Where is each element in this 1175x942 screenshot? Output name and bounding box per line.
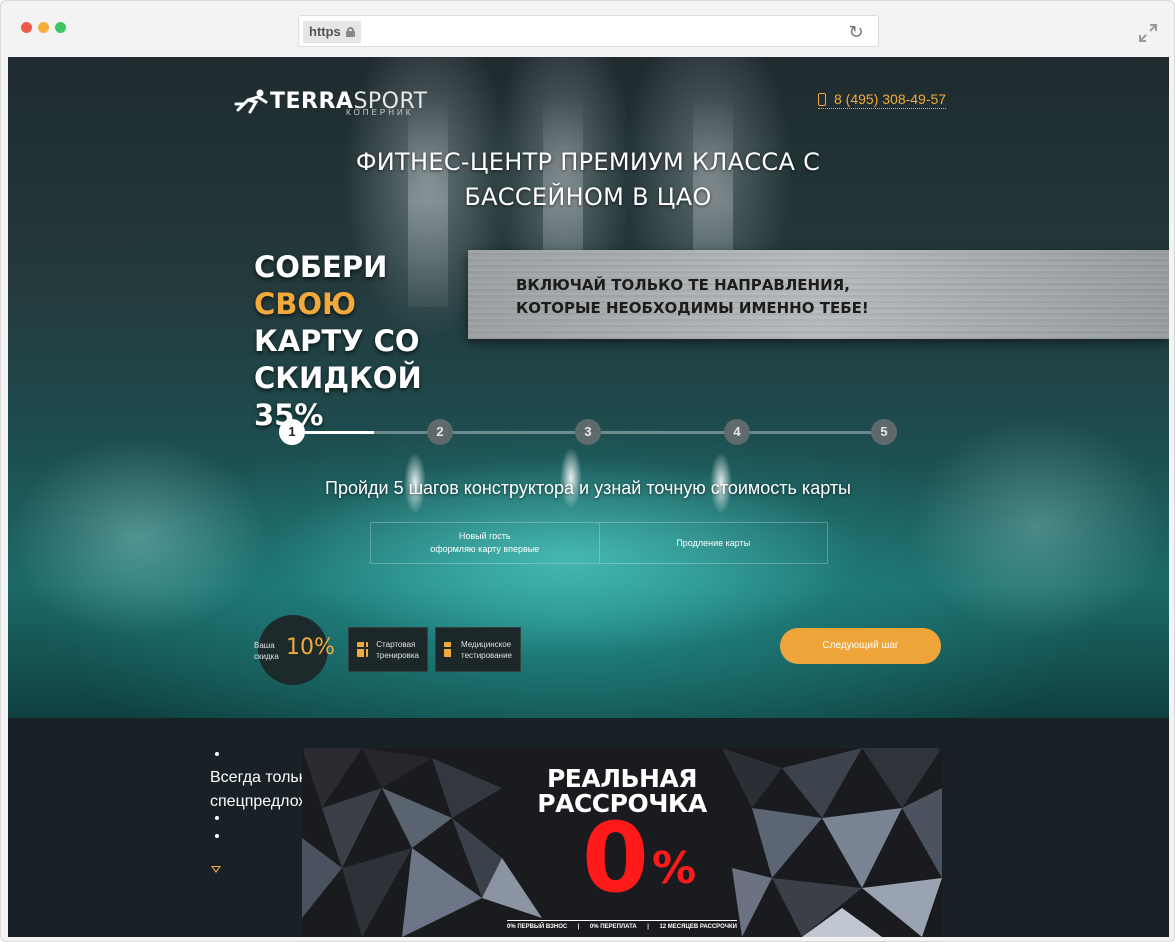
step-4[interactable]: 4 xyxy=(724,419,750,445)
promo-accent: СВОЮ xyxy=(254,287,357,321)
card-terms: 0% ПЕРВЫЙ ВЗНОС | 0% ПЕРЕПЛАТА | 12 МЕСЯ… xyxy=(507,920,737,930)
zoom-window-button[interactable] xyxy=(55,22,66,33)
reload-icon[interactable]: ↻ xyxy=(846,22,866,42)
step-5[interactable]: 5 xyxy=(871,419,897,445)
minimize-window-button[interactable] xyxy=(38,22,49,33)
gift-icon xyxy=(357,642,374,657)
promo-banner: ВКЛЮЧАЙ ТОЛЬКО ТЕ НАПРАВЛЕНИЯ, КОТОРЫЕ Н… xyxy=(468,250,1169,339)
card-percent: % xyxy=(652,843,697,894)
water-splash xyxy=(8,437,268,637)
card-zero: 0 xyxy=(582,802,649,914)
discount-badge: Ваша скидка 10% xyxy=(254,615,335,685)
option-title: Новый гость xyxy=(458,531,511,541)
page-viewport: TERRASPORT КОПЕРНИК 8 (495) 308-49-57 ФИ… xyxy=(8,57,1169,937)
option-title: Продление карты xyxy=(676,537,751,548)
gift-starter-training: Стартовая тренировка xyxy=(348,627,428,672)
phone-icon xyxy=(818,92,826,106)
term-separator: | xyxy=(647,924,649,930)
expand-icon[interactable] xyxy=(1138,23,1158,43)
term-separator: | xyxy=(577,924,580,930)
slider-bullet[interactable] xyxy=(215,834,219,838)
terrasport-logo[interactable]: TERRASPORT КОПЕРНИК xyxy=(234,81,428,121)
water-splash xyxy=(908,417,1168,637)
offers-section: Всегда только самые интересные спецпредл… xyxy=(8,718,1169,937)
chevron-down-icon[interactable] xyxy=(211,866,221,873)
logo-subtitle: КОПЕРНИК xyxy=(346,108,414,117)
term-months: 12 МЕСЯЦЕВ РАССРОЧКИ xyxy=(659,924,737,930)
slider-bullet[interactable] xyxy=(215,816,219,820)
logo-main: TERRA xyxy=(270,88,354,114)
address-bar[interactable]: https ↻ xyxy=(298,15,879,47)
discount-label: Ваша скидка xyxy=(254,641,279,661)
browser-window: https ↻ TERRASPORT КОПЕРНИК 8 (495) 308-… xyxy=(0,0,1175,942)
step-2[interactable]: 2 xyxy=(427,419,453,445)
discount-value: 10% xyxy=(286,635,335,660)
gift-label: Медицинское тестирование xyxy=(461,639,512,661)
phone-link[interactable]: 8 (495) 308-49-57 xyxy=(818,91,947,109)
url-scheme: https xyxy=(309,24,341,39)
hero-section: TERRASPORT КОПЕРНИК 8 (495) 308-49-57 ФИ… xyxy=(8,57,1169,718)
installment-offer-card[interactable]: РЕАЛЬНАЯ РАССРОЧКА 0 % 0% ПЕРВЫЙ ВЗНОС |… xyxy=(302,748,942,937)
gift-line: Медицинское xyxy=(461,639,512,649)
gift-line: Стартовая xyxy=(376,639,416,649)
option-description: оформляю карту впервые xyxy=(430,544,540,554)
https-chip: https xyxy=(303,21,361,43)
promo-line2: КАРТУ СО xyxy=(254,324,420,358)
browser-toolbar: https ↻ xyxy=(1,1,1175,57)
slider-bullet[interactable] xyxy=(215,752,219,756)
term-first-payment: 0% ПЕРВЫЙ ВЗНОС xyxy=(507,924,568,930)
promo-line3: СКИДКОЙ 35% xyxy=(254,361,422,432)
close-window-button[interactable] xyxy=(21,22,32,33)
runner-logo-icon xyxy=(234,89,268,114)
page-headline: ФИТНЕС-ЦЕНТР ПРЕМИУМ КЛАССА С БАССЕЙНОМ … xyxy=(355,148,821,211)
gift-medical-testing: Медицинское тестирование xyxy=(435,627,521,672)
step-3[interactable]: 3 xyxy=(575,419,601,445)
gift-line: тренировка xyxy=(376,650,419,660)
option-new-guest[interactable]: Новый гость оформляю карту впервые xyxy=(371,523,599,563)
promo-title: СОБЕРИ СВОЮ КАРТУ СО СКИДКОЙ 35% xyxy=(254,249,494,434)
next-step-button[interactable]: Следующий шаг xyxy=(780,628,941,664)
lock-icon xyxy=(345,27,355,37)
term-overpayment: 0% ПЕРЕПЛАТА xyxy=(589,924,637,930)
option-renewal[interactable]: Продление карты xyxy=(598,523,828,563)
gift-line: тестирование xyxy=(461,650,512,660)
phone-number: 8 (495) 308-49-57 xyxy=(834,91,947,107)
gift-icon xyxy=(444,642,460,657)
constructor-subtitle: Пройди 5 шагов конструктора и узнай точн… xyxy=(325,478,851,498)
gift-label: Стартовая тренировка xyxy=(376,639,419,661)
promo-line1: СОБЕРИ xyxy=(254,250,388,284)
step-1[interactable]: 1 xyxy=(279,419,305,445)
guest-type-options: Новый гость оформляю карту впервые Продле… xyxy=(370,522,828,564)
banner-text: ВКЛЮЧАЙ ТОЛЬКО ТЕ НАПРАВЛЕНИЯ, КОТОРЫЕ Н… xyxy=(516,276,869,317)
